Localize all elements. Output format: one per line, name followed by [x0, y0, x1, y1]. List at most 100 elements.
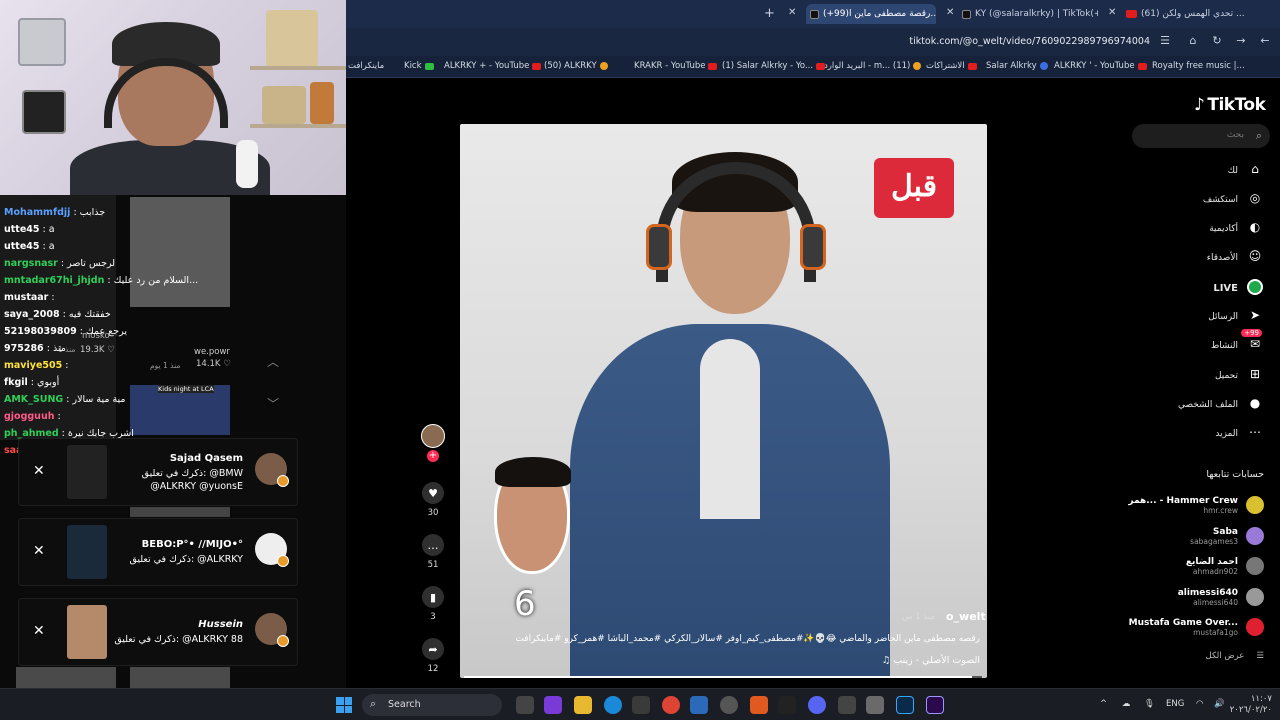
- following-account[interactable]: Mustafa Game Over... mustafa1go: [1129, 614, 1264, 640]
- chrome-icon[interactable]: [662, 696, 680, 714]
- taskbar-search[interactable]: ⌕ Search: [362, 694, 502, 716]
- bookmark[interactable]: ماينكرافت: [348, 61, 384, 71]
- like-button[interactable]: ♥ 30: [420, 482, 446, 518]
- capcut-icon[interactable]: [778, 696, 796, 714]
- before-badge: قبل: [874, 158, 954, 218]
- sidebar-item-send[interactable]: الرسائل ➤: [1208, 307, 1264, 327]
- reload-icon[interactable]: ↻: [1210, 34, 1224, 48]
- home-icon[interactable]: ⌂: [1186, 34, 1200, 48]
- sidebar-item-home[interactable]: لك ⌂: [1228, 161, 1264, 181]
- chat-message: fkgil : أوبوي: [4, 377, 59, 388]
- sidebar-item-academy[interactable]: أكاديمية ◐: [1209, 219, 1264, 239]
- volume-icon[interactable]: 🔊: [1214, 699, 1225, 709]
- bookmark[interactable]: Salar Alkrky: [986, 61, 1048, 71]
- badge-icon: [277, 555, 289, 567]
- close-icon[interactable]: ✕: [33, 543, 45, 559]
- save-button[interactable]: ▮ 3: [420, 586, 446, 622]
- telegram-icon[interactable]: [690, 696, 708, 714]
- following-account[interactable]: همر... - Hammer Crew hmr.crew: [1128, 492, 1264, 518]
- bookmark[interactable]: Kick: [404, 61, 434, 71]
- video-thumbnail[interactable]: [130, 507, 230, 517]
- chevron-up-icon[interactable]: ︿: [264, 353, 282, 371]
- brave-icon[interactable]: [750, 696, 768, 714]
- mention-notification[interactable]: ✕ Sajad Qasem ذكرك في تعليق: @BMW @ALKRKY…: [18, 438, 298, 506]
- settings-icon[interactable]: [720, 696, 738, 714]
- share-button[interactable]: ➦ 12: [420, 638, 446, 674]
- notification-badge: +99: [1241, 329, 1262, 337]
- forward-icon[interactable]: →: [1234, 34, 1248, 48]
- following-account[interactable]: احمد الضايع ahmadn902: [1186, 553, 1264, 579]
- sidebar-item-compass[interactable]: استكشف ◎: [1203, 190, 1264, 210]
- browser-tab-2[interactable]: KY (@salaralkrky) | TikTok(+99): [958, 4, 1098, 24]
- close-icon[interactable]: ✕: [788, 7, 796, 18]
- bookmark[interactable]: KRAKR - YouTube: [634, 61, 718, 71]
- file-explorer-icon[interactable]: [574, 696, 592, 714]
- photoshop-icon[interactable]: [896, 696, 914, 714]
- task-view-icon[interactable]: [516, 696, 534, 714]
- chevron-up-icon[interactable]: ^: [1100, 699, 1107, 709]
- follow-plus-icon[interactable]: +: [427, 450, 439, 462]
- url-field[interactable]: tiktok.com/@o_welt/video/760902298979697…: [909, 36, 1150, 47]
- edge-icon[interactable]: [604, 696, 622, 714]
- premiere-icon[interactable]: [926, 696, 944, 714]
- bookmark[interactable]: (50) ALKRKY: [544, 61, 608, 71]
- tiktok-icon: [810, 9, 819, 19]
- bookmark[interactable]: ALKRKY + - YouTube: [444, 61, 542, 71]
- close-icon[interactable]: ✕: [1108, 7, 1116, 18]
- search-input[interactable]: بحث ⌕: [1132, 124, 1270, 148]
- comment-button[interactable]: … 51: [420, 534, 446, 570]
- sidebar-item-live[interactable]: LIVE: [1213, 278, 1264, 298]
- sidebar-item-more[interactable]: المزيد ⋯: [1215, 424, 1264, 444]
- close-icon[interactable]: ✕: [33, 623, 45, 639]
- sidebar-item-friends[interactable]: الأصدقاء ☺: [1207, 248, 1264, 268]
- creator-avatar[interactable]: [421, 424, 445, 448]
- avatar: [1246, 496, 1264, 514]
- video-author[interactable]: o_welt: [946, 610, 986, 623]
- sidebar-item-inbox[interactable]: النشاط ✉ +99: [1211, 329, 1264, 356]
- bookmark[interactable]: ALKRKY ' - YouTube: [1054, 61, 1147, 71]
- mention-notification[interactable]: ✕ Hussein ذكرك في تعليق: @ALKRKY 88: [18, 598, 298, 666]
- windows-start-icon[interactable]: [336, 697, 352, 713]
- see-all-link[interactable]: عرض الكل ☰: [1206, 651, 1264, 661]
- sidebar-item-upload[interactable]: تحميل ⊞: [1215, 366, 1264, 386]
- share-icon: ➦: [422, 638, 444, 660]
- following-account[interactable]: Saba sabagames3: [1190, 523, 1264, 549]
- tray-icon[interactable]: ☁: [1122, 699, 1131, 709]
- app-icon[interactable]: [866, 696, 884, 714]
- bookmark[interactable]: Royalty free music |...: [1152, 61, 1245, 71]
- sidebar-item-profile[interactable]: الملف الشخصي ●: [1178, 395, 1264, 415]
- mic-icon[interactable]: 🎙: [1144, 699, 1155, 709]
- sidebar-item-label: تحميل: [1214, 371, 1238, 381]
- video-thumbnail[interactable]: [130, 667, 230, 688]
- back-icon[interactable]: ←: [1258, 34, 1272, 48]
- mention-notification[interactable]: ✕ BEBO:P°• //MIJO•° ذكرك في تعليق: @ALKR…: [18, 518, 298, 586]
- microphone: [236, 140, 258, 188]
- close-icon[interactable]: ✕: [33, 463, 45, 479]
- video-thumbnail[interactable]: [16, 667, 116, 688]
- browser-tab-1[interactable]: (61) تحدي الهمس ولكن ...: [1122, 4, 1272, 24]
- store-icon[interactable]: [632, 696, 650, 714]
- following-account[interactable]: alimessi640 alimessi640: [1178, 584, 1264, 610]
- browser-tab-active[interactable]: (+99)رقصة مصطفى ماين ا...: [806, 4, 936, 24]
- tune-icon[interactable]: ☰: [1158, 34, 1172, 48]
- video-player[interactable]: قبل 6: [460, 124, 987, 678]
- bookmark[interactable]: الاشتراكات: [926, 61, 977, 71]
- new-tab-icon[interactable]: +: [764, 6, 775, 21]
- copilot-icon[interactable]: [544, 696, 562, 714]
- chevron-down-icon[interactable]: ﹀: [264, 395, 282, 413]
- discord-icon[interactable]: [808, 696, 826, 714]
- face-cutout: [494, 457, 571, 574]
- tiktok-logo[interactable]: ♪ TikTok: [1194, 95, 1266, 115]
- wifi-icon[interactable]: ◠: [1196, 699, 1203, 709]
- video-thumbnail[interactable]: [130, 197, 230, 307]
- language-indicator[interactable]: ENG: [1166, 699, 1184, 709]
- taskbar-clock[interactable]: ١١:٠٧ ٢٠٢٦/٠٢/٢٠: [1230, 694, 1272, 716]
- bookmark[interactable]: (1) Salar Alkrky - Yo...: [722, 61, 826, 71]
- video-progress-bar[interactable]: [464, 676, 982, 678]
- bookmark[interactable]: البريد الوارد - m... (11): [824, 61, 922, 71]
- account-text: alimessi640 alimessi640: [1178, 588, 1238, 607]
- app-icon[interactable]: [838, 696, 856, 714]
- close-icon[interactable]: ✕: [946, 7, 954, 18]
- browser-tab-bar: (61) تحدي الهمس ولكن ... ✕ KY (@salaralk…: [346, 0, 1280, 28]
- video-sound[interactable]: الصوت الأصلي - زينب ♫: [882, 655, 980, 666]
